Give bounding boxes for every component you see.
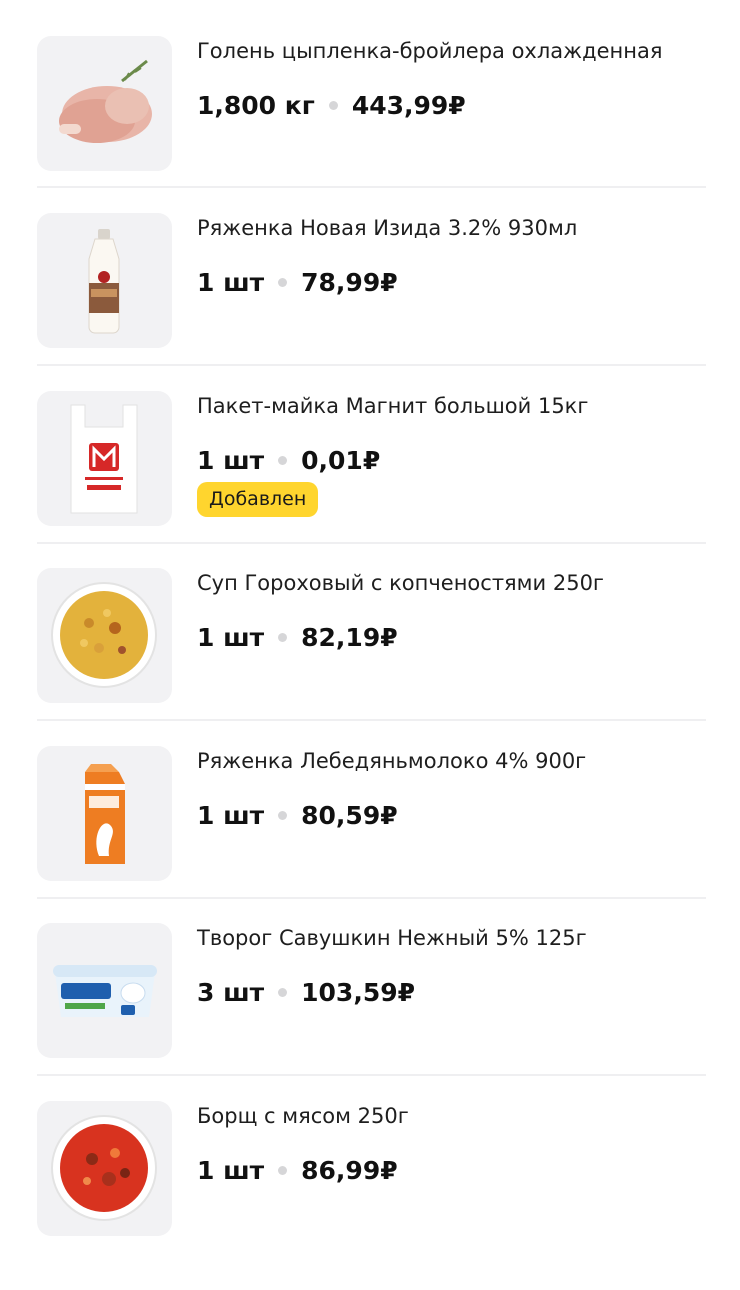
item-quantity: 1 шт	[197, 622, 265, 652]
separator-dot	[328, 100, 338, 110]
item-price: 78,99₽	[301, 267, 398, 297]
item-price: 103,59₽	[301, 977, 416, 1007]
item-title: Ряженка Лебедяньмолоко 4% 900г	[197, 749, 587, 773]
separator-dot	[278, 455, 288, 465]
cart-item-list: Голень цыпленка-бройлера охлажденная 1,8…	[0, 0, 740, 1290]
item-quantity: 1 шт	[197, 1155, 265, 1185]
chicken-drumstick-image[interactable]	[37, 36, 172, 171]
cart-item[interactable]: Борщ с мясом 250г 1 шт 86,99₽	[0, 1065, 740, 1243]
separator-dot	[278, 1165, 288, 1175]
item-meta: 1 шт 78,99₽	[197, 265, 398, 299]
item-meta: 3 шт 103,59₽	[197, 975, 415, 1009]
cart-item[interactable]: Ряженка Лебедяньмолоко 4% 900г 1 шт 80,5…	[0, 710, 740, 888]
cart-item[interactable]: Суп Гороховый с копченостями 250г 1 шт 8…	[0, 532, 740, 710]
item-quantity: 1 шт	[197, 445, 265, 475]
separator-dot	[278, 632, 288, 642]
item-title: Творог Савушкин Нежный 5% 125г	[197, 926, 587, 950]
item-title: Голень цыпленка-бройлера охлажденная	[197, 39, 663, 63]
item-meta: 1,800 кг 443,99₽	[197, 88, 466, 122]
ryazhenka-carton-image[interactable]	[37, 746, 172, 881]
item-quantity: 1 шт	[197, 267, 265, 297]
item-price: 0,01₽	[301, 445, 381, 475]
item-title: Борщ с мясом 250г	[197, 1104, 409, 1128]
added-badge: Добавлен	[197, 482, 319, 517]
item-title: Суп Гороховый с копченостями 250г	[197, 571, 604, 595]
separator-dot	[278, 810, 288, 820]
cart-item[interactable]: Ряженка Новая Изида 3.2% 930мл 1 шт 78,9…	[0, 177, 740, 355]
item-meta: 1 шт 80,59₽	[197, 798, 398, 832]
cart-item[interactable]: Голень цыпленка-бройлера охлажденная 1,8…	[0, 0, 740, 178]
item-price: 443,99₽	[351, 90, 466, 120]
pea-soup-image[interactable]	[37, 568, 172, 703]
item-price: 80,59₽	[301, 800, 398, 830]
cart-item[interactable]: Творог Савушкин Нежный 5% 125г 3 шт 103,…	[0, 887, 740, 1065]
item-price: 86,99₽	[301, 1155, 398, 1185]
item-meta: 1 шт 86,99₽	[197, 1153, 398, 1187]
item-meta: 1 шт 82,19₽	[197, 620, 398, 654]
item-title: Ряженка Новая Изида 3.2% 930мл	[197, 216, 578, 240]
item-quantity: 3 шт	[197, 977, 265, 1007]
item-meta: 1 шт 0,01₽	[197, 443, 380, 477]
magnit-bag-image[interactable]	[37, 391, 172, 526]
separator-dot	[278, 277, 288, 287]
borscht-image[interactable]	[37, 1101, 172, 1236]
cart-item[interactable]: Пакет-майка Магнит большой 15кг 1 шт 0,0…	[0, 355, 740, 533]
item-quantity: 1,800 кг	[197, 90, 315, 120]
ryazhenka-bottle-image[interactable]	[37, 213, 172, 348]
savushkin-cottage-cheese-image[interactable]	[37, 923, 172, 1058]
item-title: Пакет-майка Магнит большой 15кг	[197, 394, 589, 418]
separator-dot	[278, 987, 288, 997]
item-quantity: 1 шт	[197, 800, 265, 830]
item-price: 82,19₽	[301, 622, 398, 652]
